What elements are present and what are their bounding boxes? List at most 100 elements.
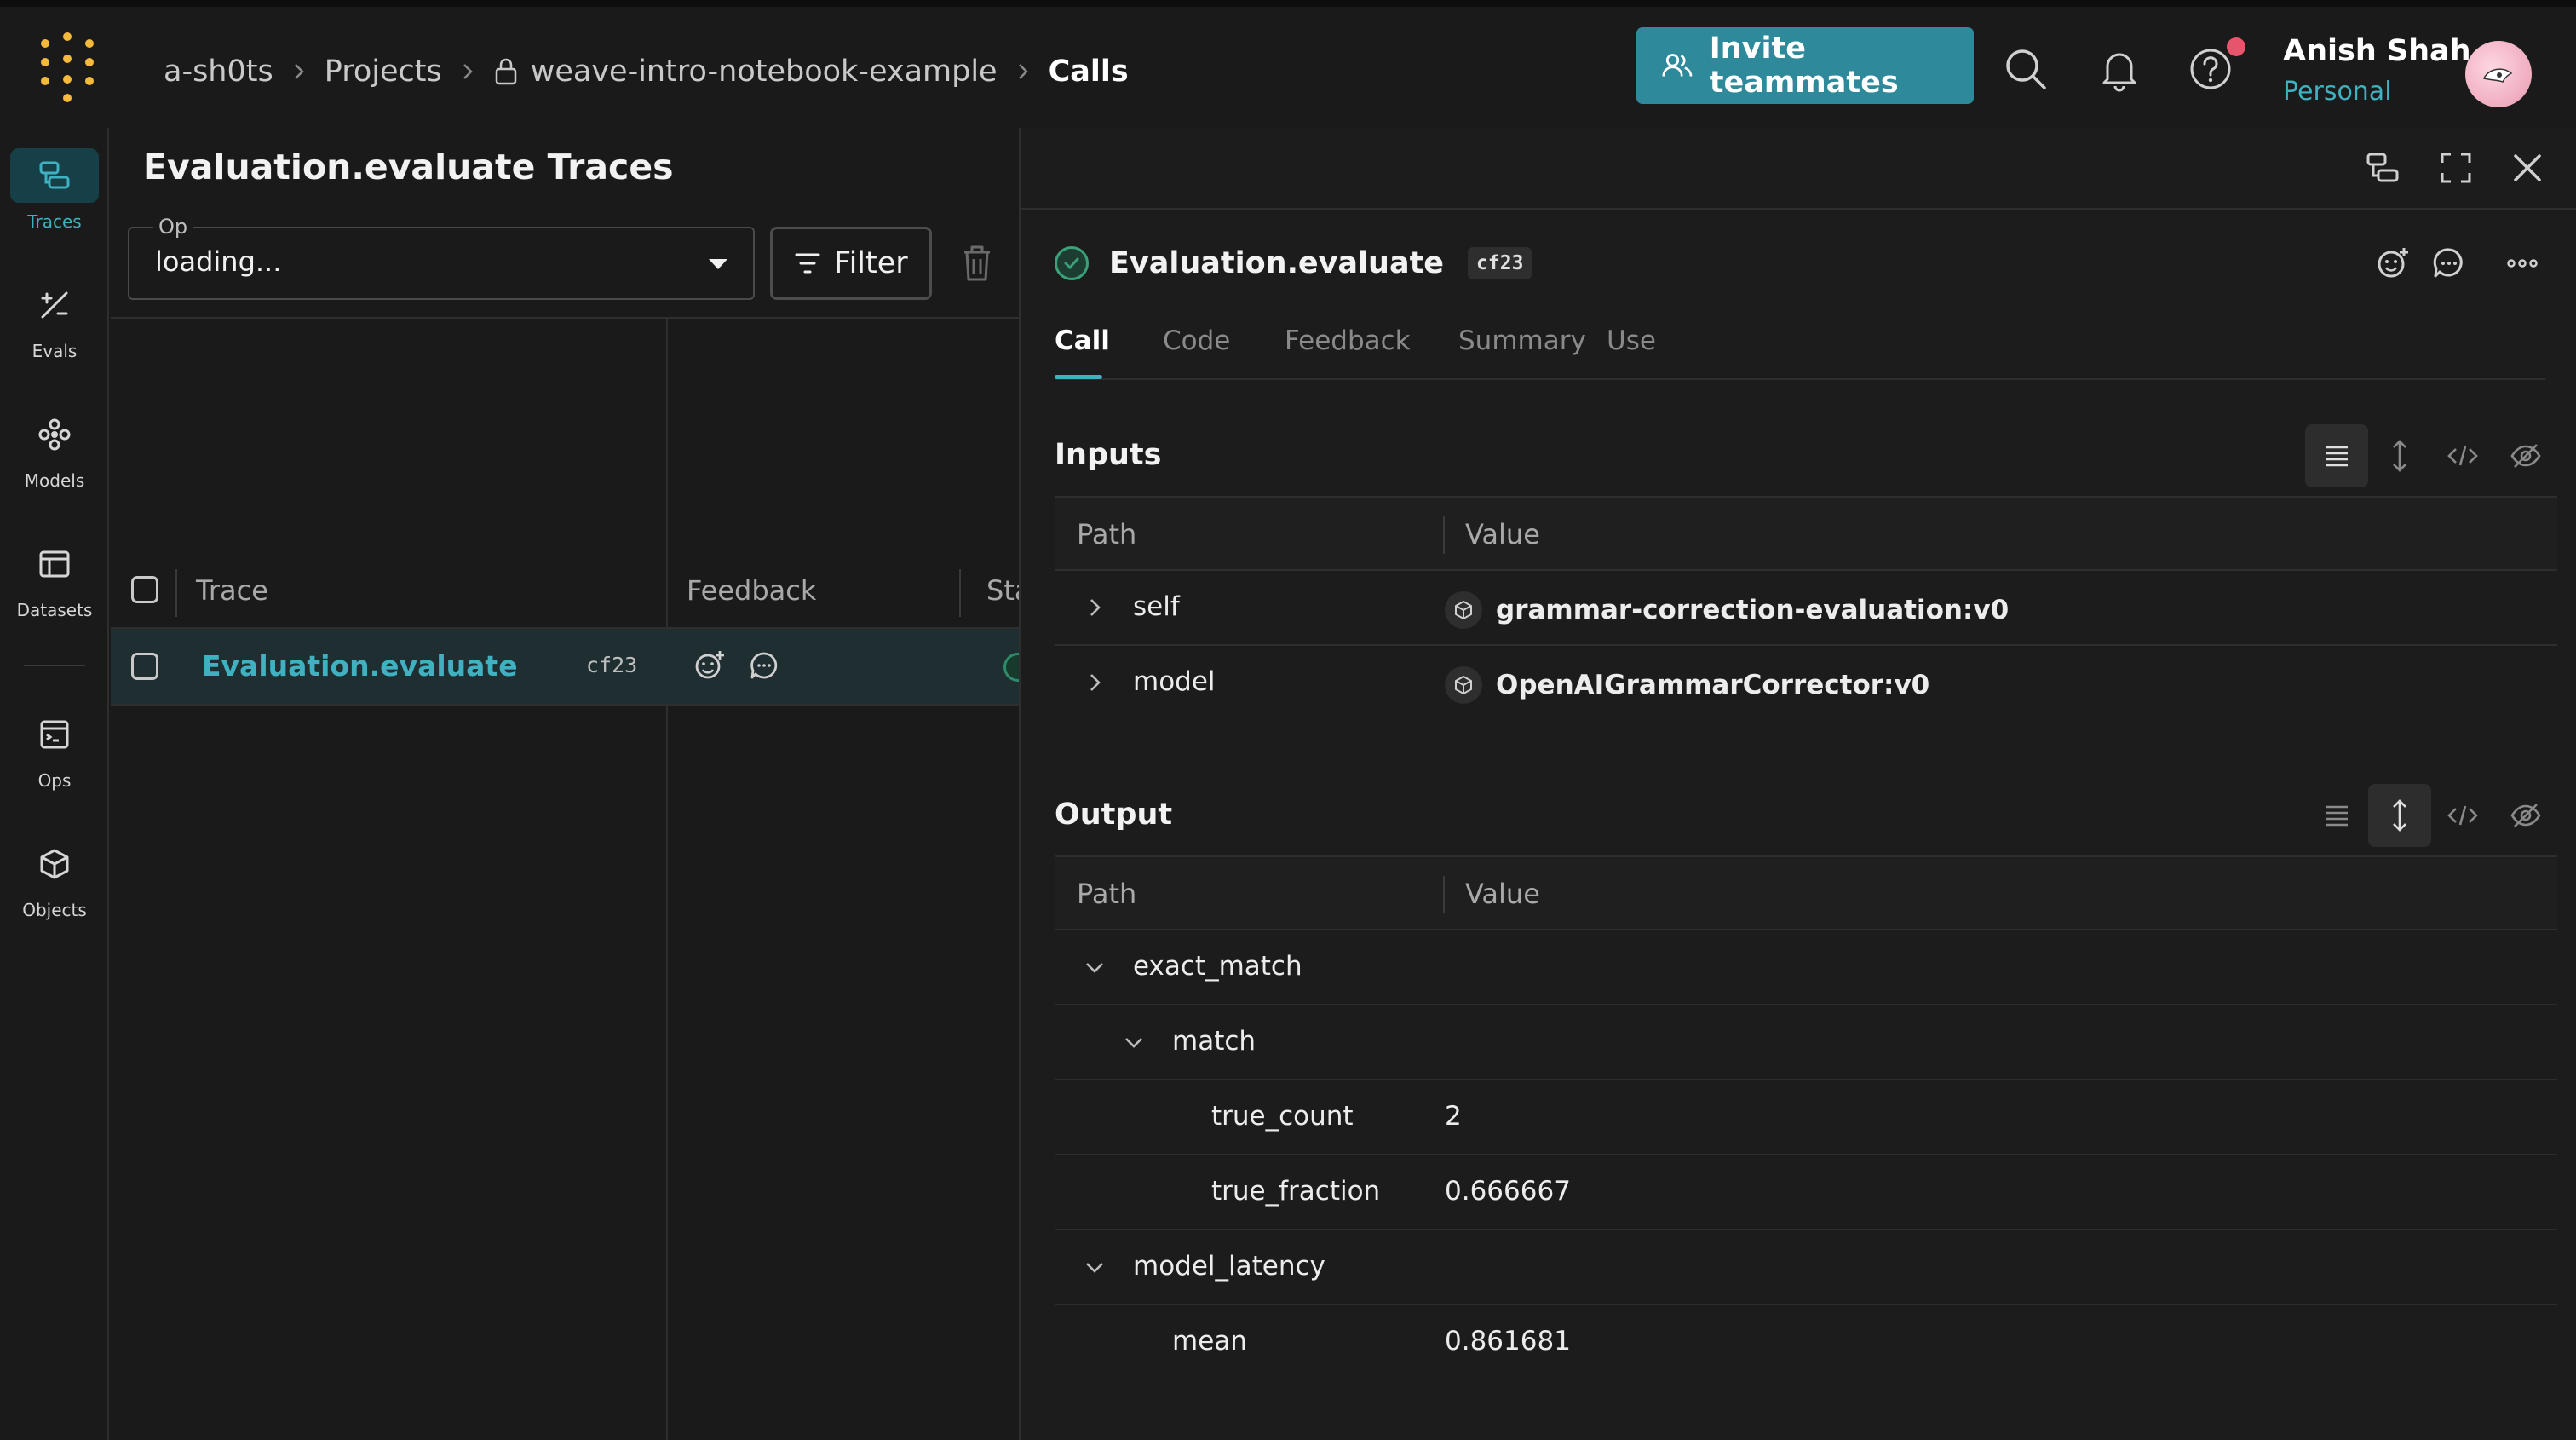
expand-rows-button[interactable] [2368,784,2431,847]
column-header-path[interactable]: Path [1077,518,1136,550]
comment-icon[interactable] [2431,245,2467,281]
inputs-grid-header: Path Value [1055,496,2557,571]
code-icon [2447,446,2478,466]
call-title: Evaluation.evaluate [1109,246,1445,280]
eye-off-icon [2510,444,2541,468]
traces-panel: Evaluation.evaluate Traces Op loading...… [111,128,1032,1440]
row-checkbox[interactable] [131,653,158,680]
column-separator[interactable] [1443,876,1445,913]
table-row[interactable]: mean 0.861681 [1055,1305,2557,1380]
hide-hidden-button[interactable] [2494,424,2557,487]
user-name[interactable]: Anish Shah [2283,34,2471,68]
table-row[interactable]: exact_match [1055,930,2557,1005]
sidebar-item-objects[interactable]: Objects [10,837,99,939]
avatar-image-icon [2482,68,2513,83]
value-cell[interactable]: grammar-correction-evaluation:v0 [1445,591,2009,629]
column-header-trace[interactable]: Trace [196,574,268,607]
bell-icon[interactable] [2096,45,2143,93]
breadcrumb-entity[interactable]: a-sh0ts [164,55,273,89]
output-section-title: Output [1055,798,1173,832]
view-json-button[interactable] [2431,784,2494,847]
table-row[interactable]: self grammar-correction-evaluation:v0 [1055,571,2557,646]
path-cell: model [1133,666,1216,697]
close-icon[interactable] [2510,150,2545,186]
op-select-label: Op [153,215,193,239]
chevron-right-icon[interactable] [1084,596,1106,619]
call-id-badge[interactable]: cf23 [1468,247,1532,279]
add-reaction-icon[interactable] [693,649,726,682]
tab-call[interactable]: Call [1055,325,1110,356]
sidebar-divider [24,665,85,666]
list-icon [2326,805,2348,827]
tab-code[interactable]: Code [1163,325,1230,356]
search-icon[interactable] [2002,45,2050,93]
breadcrumb-project[interactable]: weave-intro-notebook-example [531,55,998,89]
table-row[interactable]: Evaluation.evaluate cf23 [111,629,1032,706]
sidebar-item-datasets[interactable]: Datasets [10,537,99,639]
sidebar-item-models[interactable]: Models [10,407,99,510]
value-cell: 0.861681 [1445,1326,1571,1356]
select-all-checkbox[interactable] [131,576,158,603]
chevron-right-icon[interactable] [1084,671,1106,694]
table-row[interactable]: model_latency [1055,1230,2557,1305]
comment-icon[interactable] [748,649,780,682]
table-row[interactable]: true_count 2 [1055,1080,2557,1155]
view-json-button[interactable] [2431,424,2494,487]
avatar[interactable] [2465,41,2532,107]
objects-icon [40,849,69,879]
weave-logo-icon[interactable] [34,32,102,102]
column-separator[interactable] [959,569,961,617]
column-separator[interactable] [1443,516,1445,554]
caret-down-icon [709,259,727,269]
eye-off-icon [2510,804,2541,827]
chevron-down-icon[interactable] [1123,1031,1145,1053]
chevron-down-icon[interactable] [1084,956,1106,978]
more-icon[interactable] [2504,245,2540,281]
user-subtitle[interactable]: Personal [2283,77,2392,107]
breadcrumb-current[interactable]: Calls [1049,55,1129,89]
hide-hidden-button[interactable] [2494,784,2557,847]
column-header-feedback[interactable]: Feedback [687,574,816,607]
help-icon[interactable] [2187,45,2234,93]
trace-name-link[interactable]: Evaluation.evaluate [202,649,518,683]
tab-use[interactable]: Use [1607,325,1656,356]
trace-tree-icon[interactable] [2365,150,2401,186]
op-select[interactable]: Op loading... [128,215,755,300]
fullscreen-icon[interactable] [2438,150,2474,186]
table-row[interactable]: true_fraction 0.666667 [1055,1155,2557,1230]
sidebar-item-ops[interactable]: Ops [10,707,99,809]
tab-feedback[interactable]: Feedback [1285,325,1411,356]
page-title: Evaluation.evaluate Traces [143,147,674,187]
invite-teammates-button[interactable]: Invite teammates [1636,27,1974,104]
list-icon [2326,446,2348,467]
path-cell: mean [1172,1326,1247,1356]
object-ref-name: grammar-correction-evaluation:v0 [1496,595,2010,625]
add-reaction-icon[interactable] [2375,245,2411,281]
code-icon [2447,805,2478,826]
path-cell: true_count [1211,1101,1354,1132]
chevron-down-icon[interactable] [1084,1256,1106,1278]
call-header: Evaluation.evaluate cf23 [1055,242,1532,285]
breadcrumb: a-sh0ts Projects weave-intro-notebook-ex… [164,46,1129,97]
breadcrumb-projects[interactable]: Projects [325,55,442,89]
trash-icon[interactable] [957,242,997,285]
sidebar-item-evals[interactable]: Evals [10,278,99,380]
filter-button[interactable]: Filter [770,227,932,300]
table-row[interactable]: model OpenAIGrammarCorrector:v0 [1055,646,2557,721]
expand-rows-button[interactable] [2368,424,2431,487]
column-header-value[interactable]: Value [1465,878,1540,910]
view-list-button[interactable] [2305,424,2368,487]
view-list-button[interactable] [2305,784,2368,847]
table-row[interactable]: match [1055,1005,2557,1080]
sidebar-item-traces[interactable]: Traces [10,148,99,251]
column-header-value[interactable]: Value [1465,518,1540,550]
column-separator [175,569,177,617]
column-header-path[interactable]: Path [1077,878,1136,910]
active-tab-indicator [1055,375,1102,379]
tab-summary[interactable]: Summary [1458,325,1586,356]
expand-vertical-icon [2393,440,2406,472]
notification-badge [2227,37,2245,56]
value-cell[interactable]: OpenAIGrammarCorrector:v0 [1445,666,1929,704]
path-cell: exact_match [1133,951,1302,982]
path-cell: match [1172,1026,1256,1057]
